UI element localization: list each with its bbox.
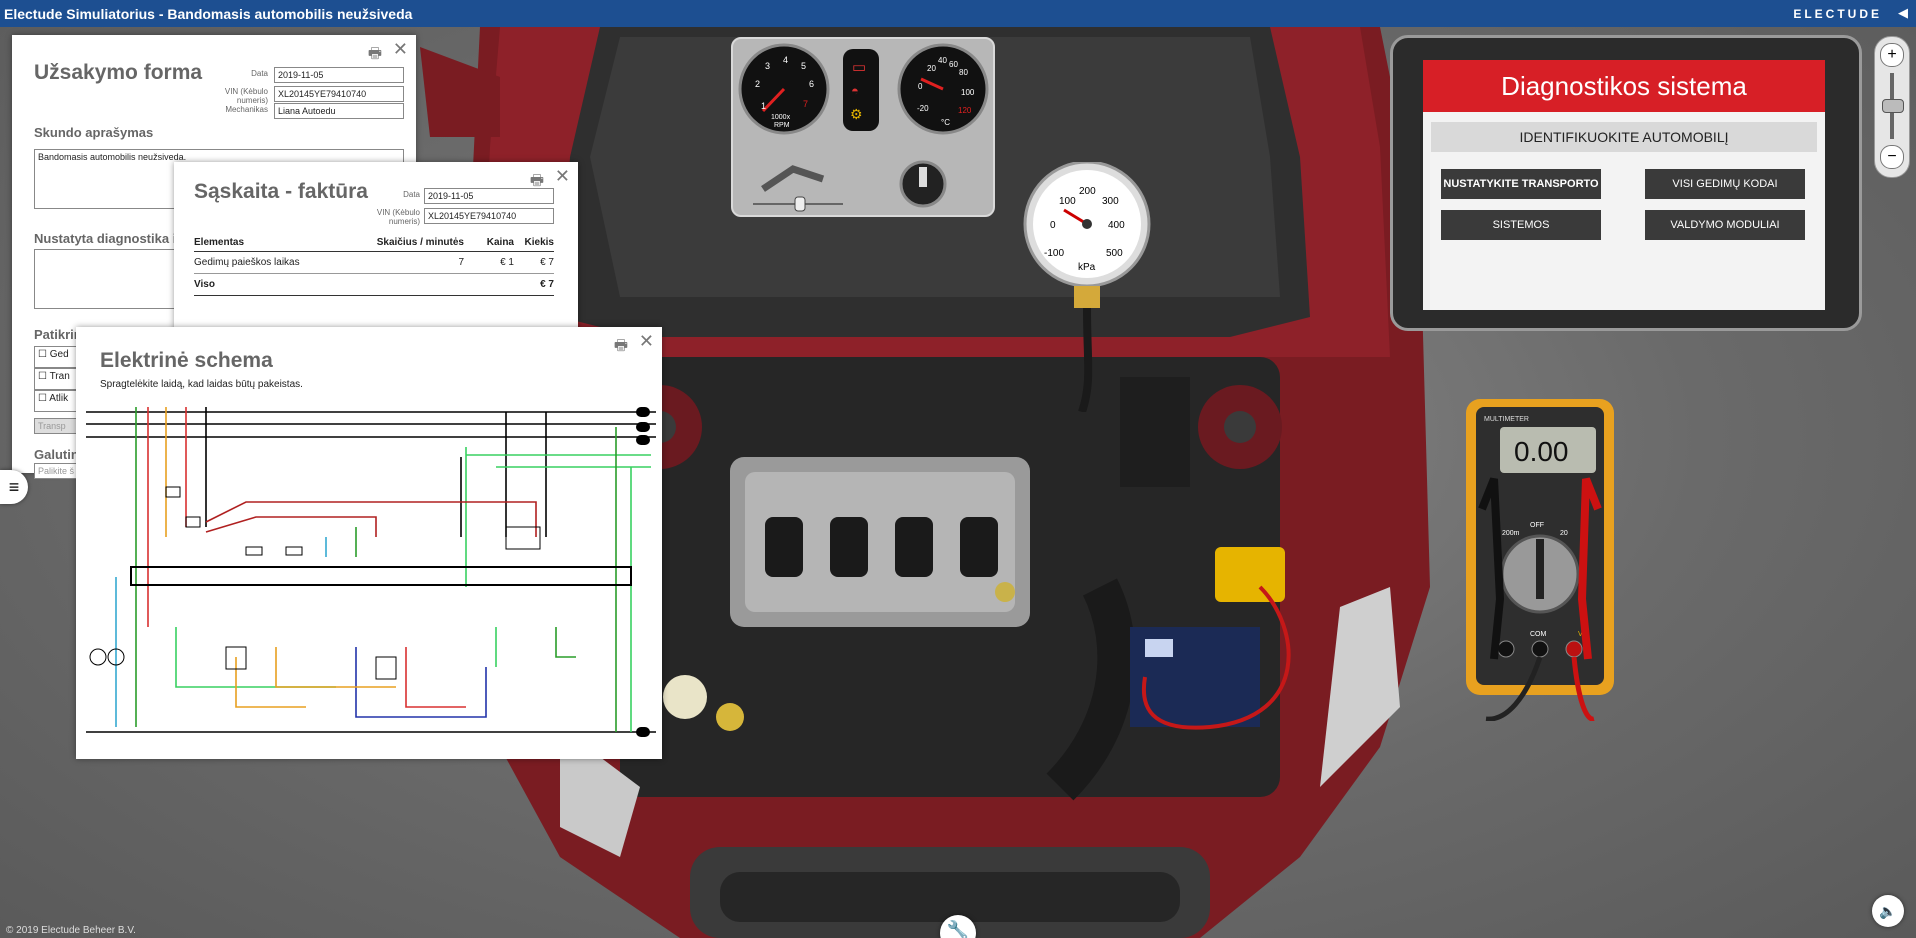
invoice-table: Elementas Skaičius / minutės Kaina Kieki… (194, 234, 554, 296)
svg-text:500: 500 (1106, 248, 1123, 259)
pressure-gauge[interactable]: -100 0 100 200 300 400 500 kPa (1022, 160, 1152, 414)
svg-text:200m: 200m (1502, 530, 1520, 537)
diagnosis-field[interactable] (34, 249, 194, 309)
dashboard-gauges: 1 2 3 4 5 6 7 1000x RPM ▭ ◓ ⚙ -20 0 20 4… (738, 43, 989, 230)
invoice-title: Sąskaita - faktūra (194, 180, 368, 203)
order-form-title: Užsakymo forma (34, 61, 203, 84)
zoom-in-button[interactable]: + (1880, 43, 1904, 67)
multimeter-display: 0.00 (1514, 436, 1569, 467)
systems-button[interactable]: SISTEMOS (1441, 210, 1601, 240)
speaker-icon: 🔈 (1879, 903, 1897, 919)
svg-text:100: 100 (1059, 196, 1076, 207)
svg-text:100: 100 (961, 88, 975, 97)
dashboard-panel: 1 2 3 4 5 6 7 1000x RPM ▭ ◓ ⚙ -20 0 20 4… (731, 37, 995, 230)
window-title: Electude Simuliatorius - Bandomasis auto… (4, 6, 413, 22)
schematic-panel: 🖶 ✕ Elektrinė schema Spragtelėkite laidą… (76, 327, 662, 759)
svg-text:4: 4 (783, 55, 788, 65)
svg-text:0: 0 (918, 82, 923, 91)
svg-text:7: 7 (803, 99, 808, 109)
svg-text:40: 40 (938, 56, 947, 65)
svg-text:60: 60 (949, 60, 958, 69)
svg-text:3: 3 (765, 61, 770, 71)
svg-text:1: 1 (761, 101, 766, 111)
title-bar: Electude Simuliatorius - Bandomasis auto… (0, 0, 1916, 27)
diagnostics-tablet: Diagnostikos sistema IDENTIFIKUOKITE AUT… (1390, 35, 1862, 331)
zoom-control[interactable]: + − (1874, 36, 1910, 178)
svg-text:400: 400 (1108, 220, 1125, 231)
svg-text:⚙: ⚙ (850, 106, 863, 122)
gauge-unit: kPa (1078, 262, 1096, 273)
order-date-field[interactable]: 2019-11-05 (274, 67, 404, 83)
svg-text:120: 120 (958, 106, 972, 115)
mechanic-field[interactable]: Liana Autoedu (274, 103, 404, 119)
svg-text:COM: COM (1530, 631, 1547, 638)
sound-button[interactable]: 🔈 (1872, 895, 1904, 927)
svg-text:1000x: 1000x (771, 114, 791, 121)
brand-logo: ELECTUDE (1793, 7, 1882, 21)
svg-text:300: 300 (1102, 196, 1119, 207)
invoice-date-field[interactable]: 2019-11-05 (424, 188, 554, 204)
menu-icon: ≡ (8, 477, 20, 497)
svg-text:▭: ▭ (852, 59, 866, 76)
svg-text:20: 20 (927, 64, 936, 73)
identify-vehicle-button[interactable]: NUSTATYKITE TRANSPORTO (1441, 169, 1601, 199)
svg-text:-100: -100 (1044, 248, 1064, 259)
svg-text:OFF: OFF (1530, 522, 1544, 529)
svg-text:20: 20 (1560, 530, 1568, 537)
order-vin-field[interactable]: XL20145YE79410740 (274, 86, 404, 102)
svg-text:2: 2 (755, 79, 760, 89)
diagnostics-title: Diagnostikos sistema (1423, 60, 1825, 112)
zoom-slider-handle[interactable] (1882, 99, 1904, 113)
svg-text:5: 5 (801, 61, 806, 71)
svg-text:80: 80 (959, 68, 968, 77)
table-row: Gedimų paieškos laikas 7 € 1 € 7 (194, 252, 554, 274)
svg-text:RPM: RPM (774, 122, 790, 129)
wrench-icon: 🔧 (946, 920, 970, 938)
zoom-out-button[interactable]: − (1880, 145, 1904, 169)
svg-text:°C: °C (941, 118, 950, 127)
copyright-text: © 2019 Electude Beheer B.V. (6, 925, 136, 936)
simulation-scene: 1 2 3 4 5 6 7 1000x RPM ▭ ◓ ⚙ -20 0 20 4… (0, 27, 1916, 938)
control-modules-button[interactable]: VALDYMO MODULIAI (1645, 210, 1805, 240)
close-icon[interactable]: ✕ (555, 166, 570, 187)
svg-text:◓: ◓ (851, 83, 859, 98)
collapse-icon[interactable]: ◀ (1898, 5, 1908, 21)
svg-text:6: 6 (809, 79, 814, 89)
svg-text:-20: -20 (917, 104, 929, 113)
multimeter[interactable]: MULTIMETER 0.00 OFF 200m 20 COM V (1466, 399, 1614, 722)
invoice-vin-field[interactable]: XL20145YE79410740 (424, 208, 554, 224)
svg-text:MULTIMETER: MULTIMETER (1484, 416, 1529, 423)
close-icon[interactable]: ✕ (393, 39, 408, 60)
svg-text:200: 200 (1079, 186, 1096, 197)
svg-text:0: 0 (1050, 220, 1056, 231)
print-icon[interactable]: 🖶 (368, 43, 382, 68)
diagnostics-subtitle: IDENTIFIKUOKITE AUTOMOBILĮ (1431, 122, 1817, 152)
all-fault-codes-button[interactable]: VISI GEDIMŲ KODAI (1645, 169, 1805, 199)
wiring-diagram[interactable] (76, 327, 662, 759)
